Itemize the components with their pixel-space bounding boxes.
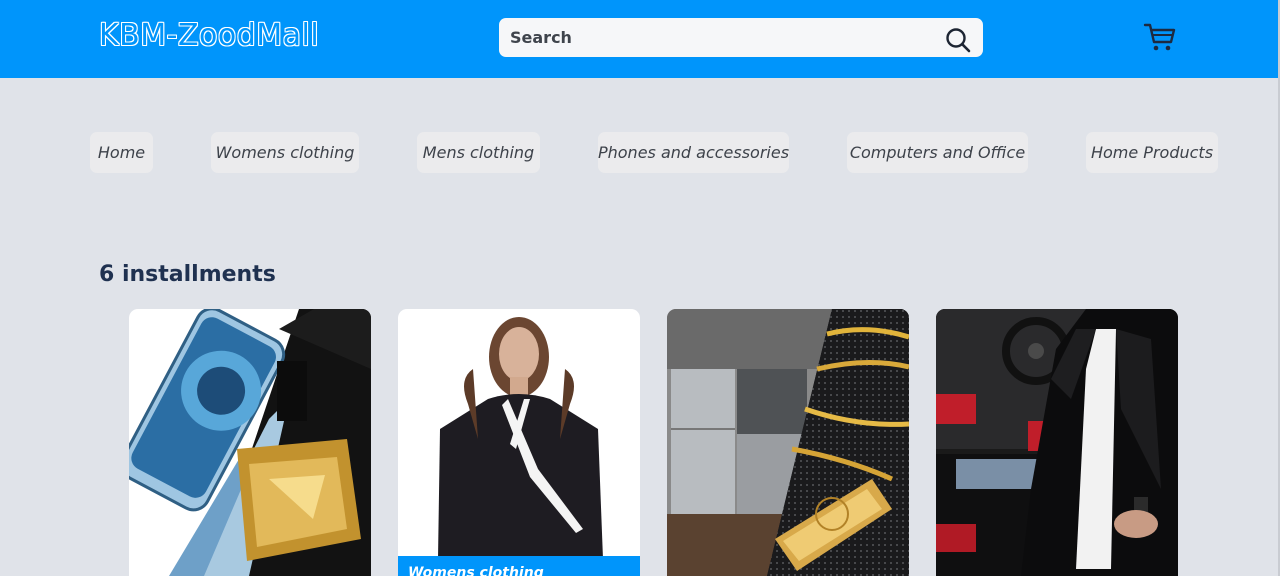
search-bar[interactable] bbox=[499, 18, 983, 57]
product-card-kitchen-gold[interactable] bbox=[667, 309, 909, 576]
nav-item-womens-clothing[interactable]: Womens clothing bbox=[211, 132, 359, 173]
card-image-phone-perfume bbox=[129, 309, 371, 576]
section-title: 6 installments bbox=[99, 262, 276, 287]
nav-item-mens-clothing[interactable]: Mens clothing bbox=[417, 132, 540, 173]
cart-icon[interactable] bbox=[1143, 22, 1177, 52]
product-card-womens-clothing[interactable]: Womens clothing bbox=[398, 309, 640, 576]
nav-item-home[interactable]: Home bbox=[90, 132, 153, 173]
search-input[interactable] bbox=[499, 18, 929, 57]
card-caption: Womens clothing bbox=[398, 556, 640, 576]
card-caption-label: Womens clothing bbox=[408, 565, 544, 576]
site-logo[interactable]: KBM-ZoodMall bbox=[99, 18, 319, 53]
nav-item-home-products[interactable]: Home Products bbox=[1086, 132, 1218, 173]
product-card-car-jacket[interactable] bbox=[936, 309, 1178, 576]
card-image-womens-clothing bbox=[398, 309, 640, 576]
search-icon[interactable] bbox=[944, 26, 972, 54]
nav-item-computers-office[interactable]: Computers and Office bbox=[847, 132, 1028, 173]
card-image-kitchen-gold bbox=[667, 309, 909, 576]
nav-item-phones-accessories[interactable]: Phones and accessories bbox=[598, 132, 789, 173]
card-image-car-jacket bbox=[936, 309, 1178, 576]
product-card-phone-perfume[interactable] bbox=[129, 309, 371, 576]
